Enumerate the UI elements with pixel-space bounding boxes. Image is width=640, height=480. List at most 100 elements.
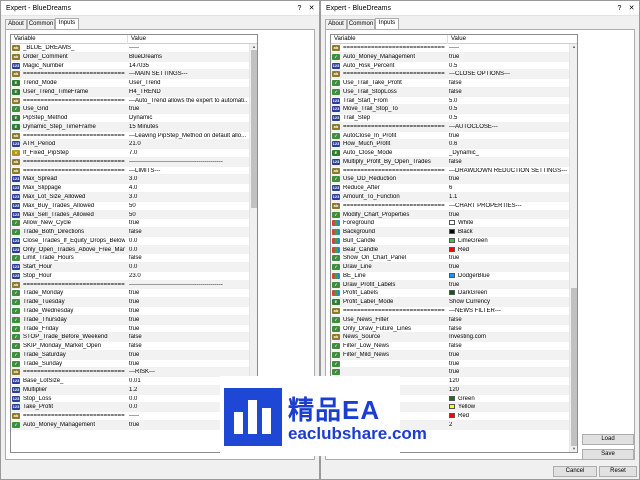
tab-common[interactable]: Common	[347, 19, 375, 29]
table-row[interactable]: ab ============================== ---LIMIT…	[11, 167, 249, 176]
table-row[interactable]: ab ============================== ---CLOSE…	[331, 70, 569, 80]
table-row[interactable]: ✓ Auto_Money_Management true	[11, 420, 249, 430]
table-row[interactable]: 123 Stop_Loss 0.0	[11, 395, 249, 404]
variable-value[interactable]: true	[129, 299, 247, 305]
variable-value[interactable]: DodgerBlue	[449, 272, 567, 279]
save-button[interactable]: Save	[582, 449, 634, 460]
table-row[interactable]: ✓ Show_On_Chart_Panel true	[331, 254, 569, 264]
tab-inputs[interactable]: Inputs	[375, 18, 399, 29]
scroll-up-icon[interactable]: ▲	[570, 44, 577, 50]
variable-value[interactable]: ---MAIN SETTINGS---	[129, 71, 247, 77]
variable-value[interactable]: White	[449, 220, 567, 226]
table-row[interactable]: 123 Reduce_After 6	[331, 184, 569, 194]
variable-value[interactable]: 120	[449, 378, 567, 384]
table-row[interactable]: 123 Amount_To_Function 1.1	[331, 193, 569, 202]
variable-value[interactable]: Show Currency	[449, 299, 567, 305]
help-button[interactable]: ?	[614, 3, 625, 14]
variable-value[interactable]: -----	[129, 45, 247, 51]
variable-value[interactable]: ---CLOSE OPTIONS---	[449, 71, 567, 77]
table-row[interactable]: 123 Max_Buy_Trades_Allowed 50	[11, 202, 249, 211]
table-row[interactable]: ✓ Limit_Trade_Hours false	[11, 254, 249, 264]
table-row[interactable]: ✓ Allow_New_Cycle true	[11, 219, 249, 229]
table-row[interactable]: 123 Max_Slippage 4.0	[11, 184, 249, 194]
variable-value[interactable]: 0.6	[449, 141, 567, 147]
variable-value[interactable]: true	[129, 308, 247, 314]
table-row[interactable]: ✓ Trade_Wednesday true	[11, 307, 249, 316]
close-button[interactable]: ✕	[626, 3, 637, 14]
variable-value[interactable]: false	[129, 343, 247, 349]
table-row[interactable]: E Profit_Label_Mode Show Currency	[331, 298, 569, 307]
variable-value[interactable]: ---LIMITS---	[129, 168, 247, 174]
variable-value[interactable]: ----------------------------------------…	[129, 159, 247, 165]
table-row[interactable]: ✓ AutoClose_In_Profit true	[331, 132, 569, 141]
variable-value[interactable]: 7.0	[129, 150, 247, 156]
variable-value[interactable]: 0.0	[129, 238, 247, 244]
variable-value[interactable]: false	[449, 80, 567, 86]
variable-value[interactable]: LimeGreen	[449, 237, 567, 244]
variable-value[interactable]: 0.0	[129, 247, 247, 253]
variable-value[interactable]: Dynamic	[129, 115, 247, 121]
table-row[interactable]: 123 Take_Profit 0.0	[11, 403, 249, 413]
variable-value[interactable]: 147035	[129, 63, 247, 69]
variable-value[interactable]: 0.5	[449, 115, 567, 121]
table-row[interactable]: ab ============================== ---MAIN …	[11, 70, 249, 80]
variable-value[interactable]: Black	[449, 229, 567, 235]
table-row[interactable]: 123 Max_Spread 3.0	[11, 175, 249, 185]
table-row[interactable]: ✓ Use_DD_Reduction true	[331, 175, 569, 185]
table-row[interactable]: E Trend_Mode User_Trend	[11, 79, 249, 88]
table-row[interactable]: 123 Stop_Hour 23.0	[11, 272, 249, 281]
table-row[interactable]: Bear_Candle Red	[331, 245, 569, 255]
table-row[interactable]: 123 Base_LotSize_ 0.01	[11, 377, 249, 386]
variable-value[interactable]: false	[129, 255, 247, 261]
variable-value[interactable]: ---NEWS FILTER---	[449, 308, 567, 314]
load-button[interactable]: Load	[582, 434, 634, 445]
table-row[interactable]: ab ============================== ---Auto_…	[11, 97, 249, 106]
variable-value[interactable]: ---Auto_Trend allows the expert to autom…	[129, 98, 247, 104]
table-row[interactable]: ✓ Trade_Tuesday true	[11, 298, 249, 307]
table-row[interactable]: ✓ Filter_Mild_News true	[331, 350, 569, 360]
column-header-variable[interactable]: Variable	[14, 36, 36, 42]
variable-value[interactable]: true	[449, 212, 567, 218]
table-row[interactable]: 123 Trail_Start_From 5.0	[331, 97, 569, 106]
variable-value[interactable]: Red	[449, 413, 567, 419]
table-row[interactable]: V If_Fixed_PipStep 7.0	[11, 149, 249, 158]
variable-value[interactable]: Green	[449, 395, 567, 402]
table-row[interactable]: 123 Multiply_Profit_By_Open_Trades false	[331, 157, 569, 167]
table-row[interactable]: ab ============================== --------…	[11, 280, 249, 290]
scrollbar-thumb[interactable]	[251, 50, 257, 209]
variable-value[interactable]: false	[449, 343, 567, 349]
column-header-value[interactable]: Value	[131, 36, 146, 42]
table-row[interactable]: ✓ Trade_Friday true	[11, 325, 249, 334]
table-row[interactable]: ✓ true	[331, 360, 569, 369]
table-row[interactable]: ✓ Trade_Monday true	[11, 289, 249, 299]
variable-value[interactable]: -----	[449, 45, 567, 51]
scrollbar-thumb[interactable]	[571, 287, 577, 446]
variable-value[interactable]: true	[129, 106, 247, 112]
variable-value[interactable]: 23.0	[129, 273, 247, 279]
variable-value[interactable]: true	[449, 255, 567, 261]
variable-value[interactable]: ----------------------------------------…	[129, 282, 247, 288]
variable-value[interactable]: true	[449, 352, 567, 358]
variable-value[interactable]: ---CHART PROPERTIES---	[449, 203, 567, 209]
table-row[interactable]: ✓ Draw_Line true	[331, 263, 569, 272]
column-header-variable[interactable]: Variable	[334, 36, 356, 42]
variable-value[interactable]: true	[449, 361, 567, 367]
table-row[interactable]: 123 Max_Sell_Trades_Allowed 50	[11, 210, 249, 220]
scroll-down-icon[interactable]: ▼	[570, 446, 577, 452]
table-row[interactable]: BE_Line DodgerBlue	[331, 272, 569, 281]
table-row[interactable]: ✓ Modify_Chart_Properties true	[331, 210, 569, 220]
table-row[interactable]: 123 Multiplier 1.2	[11, 385, 249, 395]
variable-value[interactable]: BlueDreams	[129, 54, 247, 60]
variable-value[interactable]: H4_TREND	[129, 89, 247, 95]
variable-value[interactable]: DarkGreen	[449, 290, 567, 296]
variable-value[interactable]: false	[449, 317, 567, 323]
table-row[interactable]: 123 Only_Open_Trades_Above_Free_Mar... 0.0	[11, 245, 249, 255]
variable-value[interactable]: 21.0	[129, 141, 247, 147]
variable-value[interactable]: Investing.com	[449, 334, 567, 340]
table-row[interactable]: ✓ Draw_Profit_Labels true	[331, 280, 569, 290]
variable-value[interactable]: 2	[449, 422, 567, 428]
table-row[interactable]: ab ============================== -----	[331, 44, 569, 53]
tab-about[interactable]: About	[325, 19, 347, 29]
table-row[interactable]: 123 Start_Hour 0.0	[11, 263, 249, 272]
variable-value[interactable]: 120	[449, 387, 567, 393]
